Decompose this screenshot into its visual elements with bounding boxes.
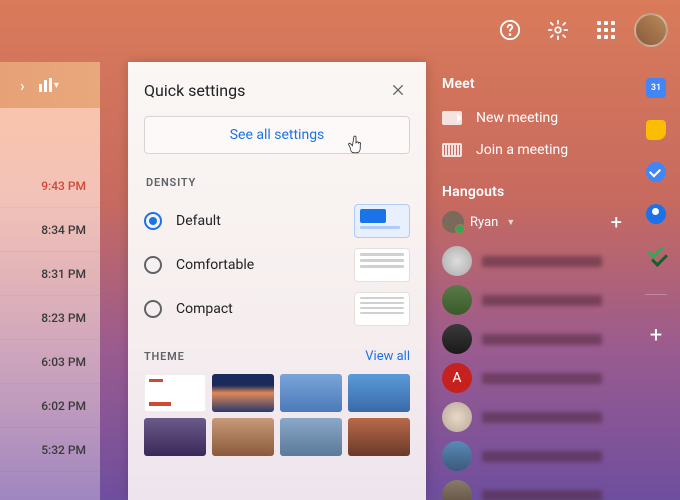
double-check-icon[interactable]: [646, 246, 666, 266]
contact-list: A: [442, 246, 622, 500]
meet-title: Meet: [442, 76, 622, 92]
message-time[interactable]: 8:34 PM: [0, 208, 100, 252]
new-meeting-label: New meeting: [476, 110, 558, 126]
density-label: Default: [176, 213, 221, 229]
contact-name-redacted: [482, 334, 602, 345]
contact-avatar: [442, 324, 472, 354]
toolbar-row: › ▾: [0, 62, 100, 108]
density-preview-comfortable: [354, 248, 410, 282]
density-preview-compact: [354, 292, 410, 326]
density-option-compact[interactable]: Compact: [144, 287, 410, 331]
join-meeting-label: Join a meeting: [476, 142, 568, 158]
see-all-settings-button[interactable]: See all settings: [144, 116, 410, 154]
sidebar-divider: [645, 294, 667, 295]
contact-name-redacted: [482, 373, 602, 384]
user-name: Ryan: [470, 215, 498, 230]
contact-name-redacted: [482, 451, 602, 462]
split-view-icon[interactable]: ▾: [39, 78, 59, 92]
quick-settings-panel: Quick settings See all settings DENSITY …: [128, 62, 426, 500]
theme-thumb[interactable]: [348, 418, 410, 456]
theme-section-label: THEME: [144, 350, 185, 363]
density-label: Compact: [176, 301, 233, 317]
user-avatar-icon: [442, 211, 464, 233]
contact-avatar: A: [442, 363, 472, 393]
contact-name-redacted: [482, 295, 602, 306]
theme-thumb[interactable]: [280, 418, 342, 456]
message-time[interactable]: 8:31 PM: [0, 252, 100, 296]
contact-name-redacted: [482, 256, 602, 267]
close-icon[interactable]: [386, 78, 410, 102]
contact-name-redacted: [482, 412, 602, 423]
theme-thumb[interactable]: [280, 374, 342, 412]
contact-item[interactable]: [442, 324, 622, 354]
contact-avatar: [442, 480, 472, 500]
contact-item[interactable]: [442, 285, 622, 315]
help-icon[interactable]: [490, 10, 530, 50]
radio-icon: [144, 300, 162, 318]
message-time[interactable]: 6:02 PM: [0, 384, 100, 428]
inbox-left-strip: › ▾ 9:43 PM 8:34 PM 8:31 PM 8:23 PM 6:03…: [0, 62, 100, 500]
contacts-icon[interactable]: [646, 204, 666, 224]
theme-thumb[interactable]: [348, 374, 410, 412]
message-time[interactable]: 9:43 PM: [0, 164, 100, 208]
contact-item[interactable]: [442, 480, 622, 500]
join-meeting-button[interactable]: Join a meeting: [442, 134, 622, 166]
keep-icon[interactable]: [646, 120, 666, 140]
panel-title: Quick settings: [144, 81, 245, 100]
contact-item[interactable]: A: [442, 363, 622, 393]
chevron-down-icon: ▼: [506, 217, 515, 228]
hangouts-title: Hangouts: [442, 184, 622, 200]
calendar-icon[interactable]: [646, 78, 666, 98]
right-column: Meet New meeting Join a meeting Hangouts…: [432, 62, 632, 500]
tasks-icon[interactable]: [646, 162, 666, 182]
theme-thumb[interactable]: [212, 374, 274, 412]
new-conversation-button[interactable]: +: [611, 210, 622, 234]
message-time[interactable]: 8:23 PM: [0, 296, 100, 340]
keyboard-icon: [442, 143, 462, 157]
density-label: Comfortable: [176, 257, 254, 273]
chevron-right-icon[interactable]: ›: [20, 76, 25, 95]
right-sidebar: +: [632, 62, 680, 500]
contact-avatar: [442, 402, 472, 432]
new-meeting-button[interactable]: New meeting: [442, 102, 622, 134]
contact-avatar: [442, 441, 472, 471]
account-avatar[interactable]: [634, 13, 668, 47]
get-addons-button[interactable]: +: [650, 323, 662, 348]
density-option-default[interactable]: Default: [144, 199, 410, 243]
message-time-list: 9:43 PM 8:34 PM 8:31 PM 8:23 PM 6:03 PM …: [0, 108, 100, 472]
camera-icon: [442, 111, 462, 125]
apps-icon[interactable]: [586, 10, 626, 50]
message-time[interactable]: 6:03 PM: [0, 340, 100, 384]
contact-item[interactable]: [442, 441, 622, 471]
theme-thumb[interactable]: [144, 418, 206, 456]
contact-name-redacted: [482, 490, 602, 500]
theme-thumb[interactable]: [212, 418, 274, 456]
theme-thumb[interactable]: [144, 374, 206, 412]
message-time[interactable]: 5:32 PM: [0, 428, 100, 472]
contact-avatar: [442, 246, 472, 276]
radio-selected-icon: [144, 212, 162, 230]
contact-avatar: [442, 285, 472, 315]
contact-item[interactable]: [442, 402, 622, 432]
hangouts-user[interactable]: Ryan ▼: [442, 211, 515, 233]
density-option-comfortable[interactable]: Comfortable: [144, 243, 410, 287]
view-all-themes-link[interactable]: View all: [365, 349, 410, 364]
top-bar: [0, 0, 680, 60]
density-section-label: DENSITY: [146, 176, 410, 189]
density-preview-default: [354, 204, 410, 238]
contact-item[interactable]: [442, 246, 622, 276]
cursor-hand-icon: [347, 135, 365, 155]
radio-icon: [144, 256, 162, 274]
theme-grid: [144, 374, 410, 456]
settings-icon[interactable]: [538, 10, 578, 50]
see-all-label: See all settings: [230, 127, 325, 143]
